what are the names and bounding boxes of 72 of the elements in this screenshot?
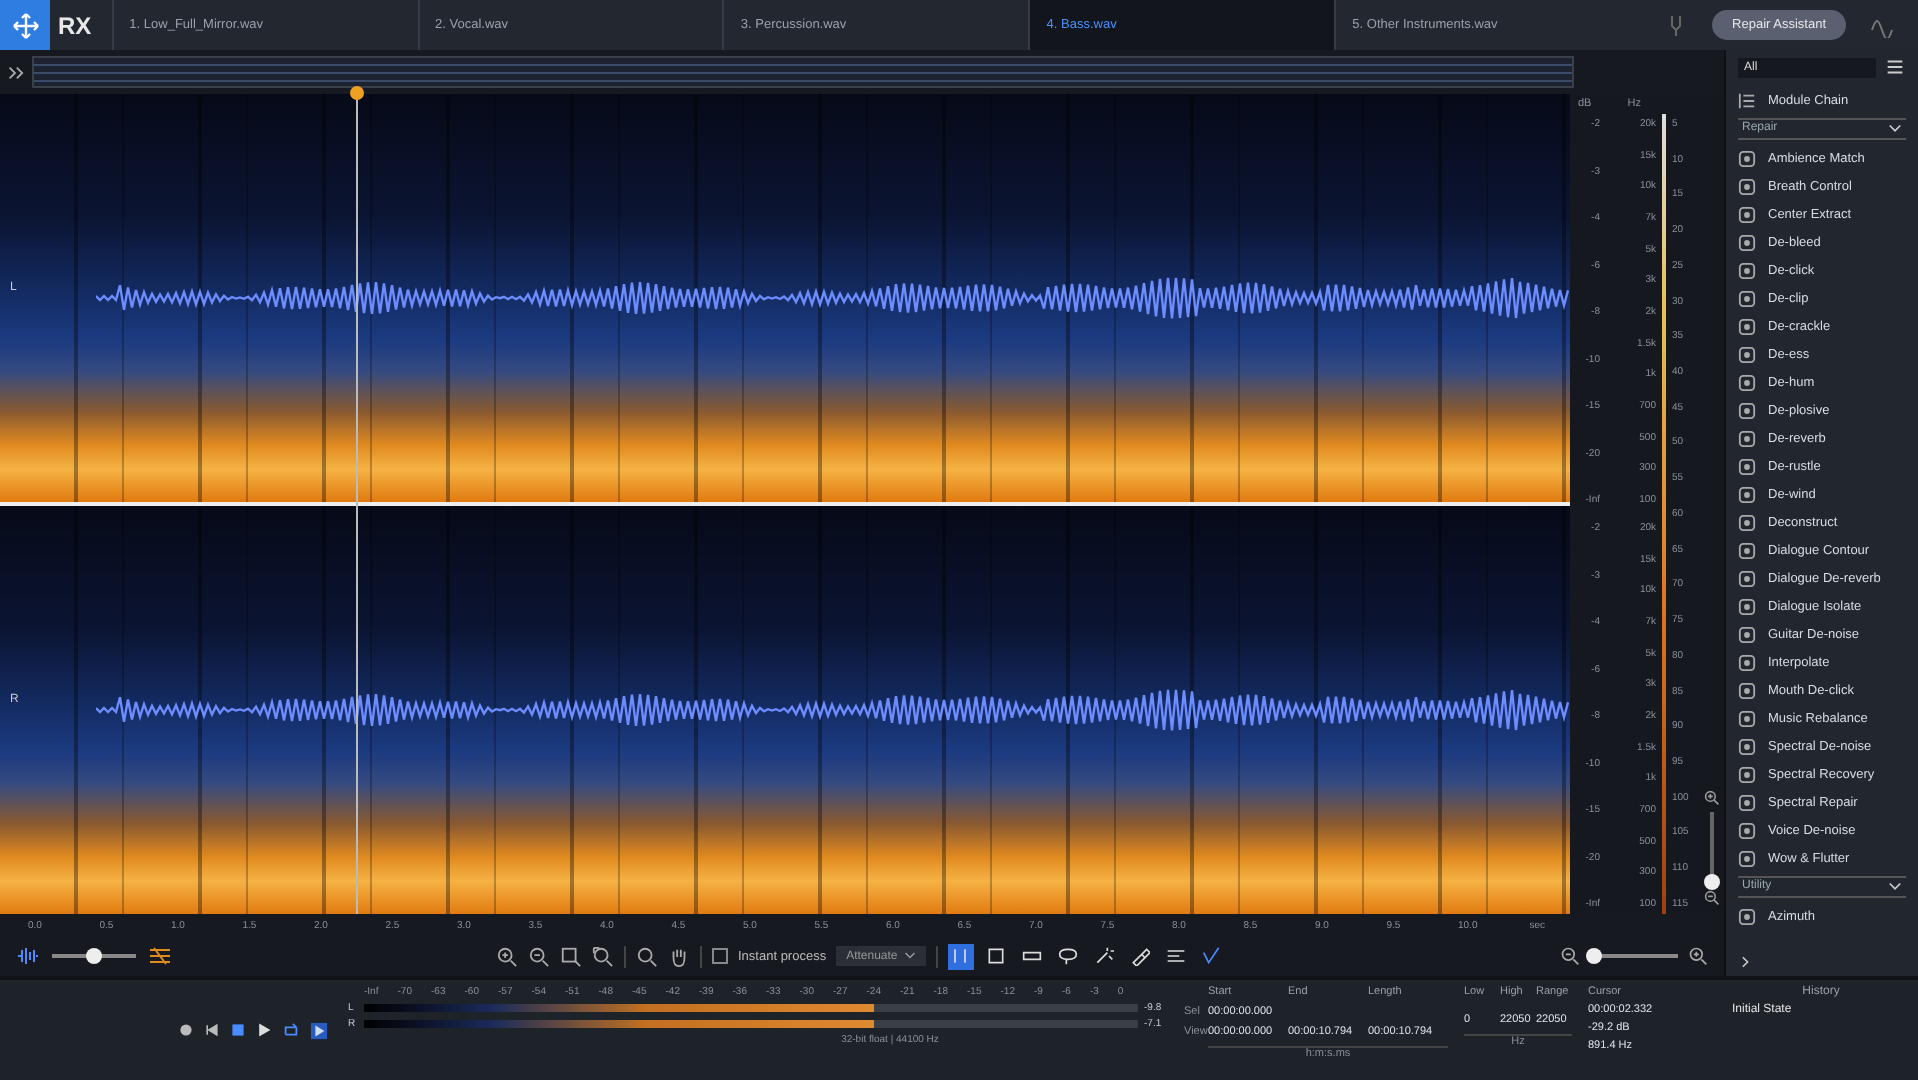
- pencil-tool-icon: [1202, 946, 1223, 966]
- zoom-in-icon[interactable]: [1688, 946, 1708, 966]
- caret-icon: [1888, 880, 1902, 894]
- selection-tool-button[interactable]: [1091, 943, 1118, 969]
- module-icon: [1738, 401, 1756, 419]
- zoom-out-icon[interactable]: [1704, 890, 1720, 906]
- module-icon: [1738, 457, 1756, 475]
- module-icon: [1738, 569, 1756, 587]
- zoom-icon[interactable]: [636, 945, 658, 967]
- module-icon: [1738, 737, 1756, 755]
- zoom-in-icon[interactable]: [1704, 790, 1720, 806]
- instant-process-checkbox[interactable]: [712, 948, 728, 964]
- module-icon: [1738, 625, 1756, 643]
- zoom-selection-icon[interactable]: [560, 945, 582, 967]
- selection-tool-button[interactable]: [1055, 943, 1082, 969]
- module-icon: [1738, 373, 1756, 391]
- module-icon: [1738, 681, 1756, 699]
- module-icon: [1738, 821, 1756, 839]
- zoom-fit-icon[interactable]: [592, 945, 614, 967]
- module-icon: [1738, 429, 1756, 447]
- menu-icon[interactable]: [1884, 56, 1906, 78]
- app-logo: RX: [58, 11, 92, 39]
- module-icon: [1738, 177, 1756, 195]
- zoom-in-icon[interactable]: [496, 945, 518, 967]
- selection-tool-button[interactable]: [983, 943, 1010, 969]
- record-icon[interactable]: [178, 1022, 194, 1038]
- module-icon: [1738, 317, 1756, 335]
- module-icon: [1738, 597, 1756, 615]
- module-icon: [1738, 709, 1756, 727]
- module-icon: [1738, 485, 1756, 503]
- spectrogram-view-icon[interactable]: [148, 946, 172, 966]
- skip-back-icon[interactable]: [204, 1022, 220, 1038]
- module-icon: [1738, 261, 1756, 279]
- vertical-zoom-handle[interactable]: [1704, 874, 1720, 890]
- collapse-icon[interactable]: [6, 63, 24, 81]
- selection-tool-button[interactable]: [1127, 943, 1154, 969]
- zoom-out-icon[interactable]: [1560, 946, 1580, 966]
- module-icon: [1738, 233, 1756, 251]
- stop-icon[interactable]: [230, 1022, 246, 1038]
- app-logo-icon: [0, 0, 50, 50]
- caret-icon: [903, 949, 916, 962]
- playhead-marker-icon[interactable]: [350, 86, 364, 100]
- loop-icon[interactable]: [282, 1021, 300, 1039]
- module-icon: [1738, 793, 1756, 811]
- module-icon: [1738, 289, 1756, 307]
- time-tool-icon: [950, 946, 971, 966]
- module-icon: [1738, 345, 1756, 363]
- wand-tool-icon: [1094, 946, 1115, 966]
- slider-handle[interactable]: [86, 948, 102, 964]
- rect-tool-icon: [986, 946, 1007, 966]
- module-icon: [1738, 653, 1756, 671]
- selection-tool-button[interactable]: [947, 943, 974, 969]
- slider-handle[interactable]: [1586, 948, 1603, 964]
- play-icon[interactable]: [256, 1022, 272, 1038]
- module-icon: [1738, 765, 1756, 783]
- module-icon: [1738, 541, 1756, 559]
- lasso-tool-icon: [1058, 946, 1079, 966]
- module-icon: [1738, 849, 1756, 867]
- waveform-view-icon[interactable]: [16, 946, 40, 966]
- chevron-right-icon[interactable]: [1738, 954, 1754, 970]
- module-icon: [1738, 907, 1756, 925]
- brush-tool-icon: [1130, 946, 1151, 966]
- harmonic-tool-icon: [1166, 946, 1187, 966]
- hand-icon[interactable]: [668, 945, 690, 967]
- play-selection-icon[interactable]: [310, 1021, 328, 1039]
- freq-tool-icon: [1022, 946, 1043, 966]
- module-icon: [1738, 513, 1756, 531]
- zoom-out-icon[interactable]: [528, 945, 550, 967]
- module-icon: [1738, 149, 1756, 167]
- caret-icon: [1888, 122, 1902, 136]
- module-icon: [1738, 205, 1756, 223]
- list-icon: [1738, 91, 1756, 109]
